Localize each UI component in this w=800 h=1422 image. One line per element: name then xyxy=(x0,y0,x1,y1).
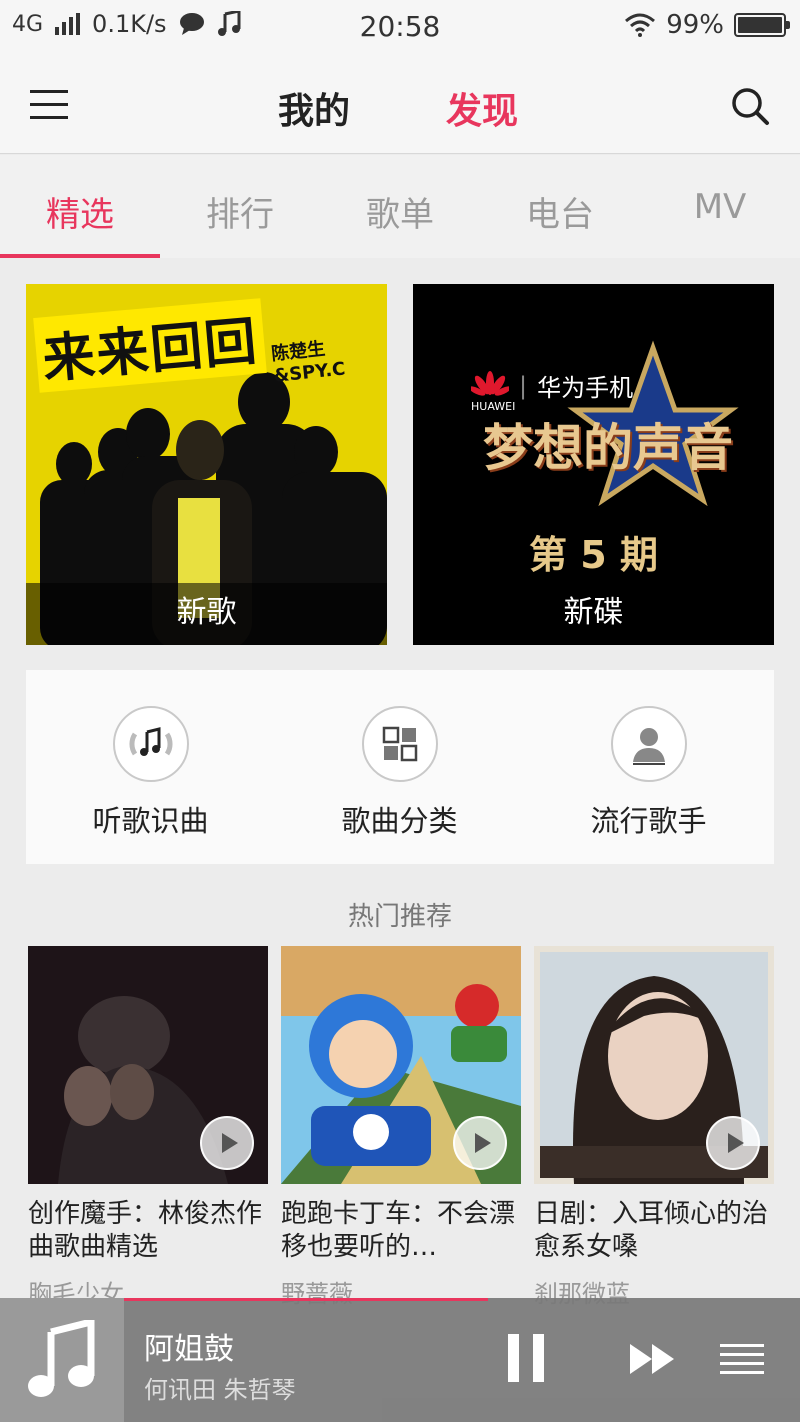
tab-discover[interactable]: 发现 xyxy=(446,82,518,134)
banner-new-albums[interactable]: HUAWEI | 华为手机 梦想的声音 第 5 期 新碟 xyxy=(413,284,774,645)
quick-entry-label: 听歌识曲 xyxy=(92,804,209,838)
quick-entry-panel: 听歌识曲 歌曲分类 流行歌手 xyxy=(26,670,774,864)
sponsor-name: 华为手机 xyxy=(537,374,634,402)
music-note-icon xyxy=(28,1320,95,1397)
next-track-icon[interactable] xyxy=(628,1342,676,1376)
playlist-title: 创作魔手：林俊杰作曲歌曲精选 xyxy=(28,1199,263,1262)
playlist-card[interactable]: 创作魔手：林俊杰作曲歌曲精选 胸毛少女 xyxy=(28,946,268,1309)
sub-tab-bar: 精选 排行 歌单 电台 MV xyxy=(0,155,800,258)
tab-charts[interactable]: 排行 xyxy=(160,187,320,236)
status-right: 99% xyxy=(624,10,790,40)
app-bar: 我的 发现 xyxy=(0,56,800,154)
quick-entry-label: 流行歌手 xyxy=(590,804,707,838)
status-bar: 4G 0.1K/s 20:58 99% xyxy=(0,0,800,56)
show-title: 梦想的声音 xyxy=(483,418,733,477)
section-title: 热门推荐 xyxy=(347,902,452,932)
menu-icon[interactable] xyxy=(30,90,70,120)
sponsor-brand: HUAWEI | 华为手机 xyxy=(471,368,634,413)
popular-singers-button[interactable]: 流行歌手 xyxy=(524,706,773,840)
now-playing-title: 阿姐鼓 xyxy=(144,1332,234,1367)
playlist-card[interactable]: 日剧：入耳倾心的治愈系女嗓 刹那微蓝 xyxy=(534,946,774,1309)
quick-entry-label: 歌曲分类 xyxy=(341,804,458,838)
playlist-queue-icon[interactable] xyxy=(720,1342,764,1376)
banner-new-songs[interactable]: 来来回回 陈楚生&SPY.C 新歌 xyxy=(26,284,387,645)
playlist-title: 日剧：入耳倾心的治愈系女嗓 xyxy=(534,1199,769,1262)
search-icon[interactable] xyxy=(730,86,770,126)
album-art[interactable] xyxy=(0,1298,124,1422)
now-playing-artist: 何讯田 朱哲琴 xyxy=(144,1376,296,1404)
play-icon[interactable] xyxy=(706,1116,760,1170)
mini-player[interactable]: 阿姐鼓 何讯田 朱哲琴 xyxy=(0,1298,800,1422)
playlist-cover xyxy=(281,946,521,1184)
category-grid-icon xyxy=(361,706,438,782)
song-recognition-button[interactable]: 听歌识曲 xyxy=(26,706,275,840)
tab-playlists[interactable]: 歌单 xyxy=(320,187,480,236)
tab-mine[interactable]: 我的 xyxy=(278,82,350,134)
battery-fill xyxy=(738,17,782,33)
play-icon[interactable] xyxy=(200,1116,254,1170)
playlist-title: 跑跑卡丁车：不会漂移也要听的… xyxy=(281,1199,516,1262)
song-category-button[interactable]: 歌曲分类 xyxy=(275,706,524,840)
singer-person-icon xyxy=(610,706,687,782)
huawei-logo-icon xyxy=(471,370,509,396)
pause-icon[interactable] xyxy=(504,1332,548,1384)
battery-percent: 99% xyxy=(666,10,724,40)
banner-caption: 新碟 xyxy=(563,595,624,630)
episode-label: 第 5 期 xyxy=(529,533,658,577)
playlist-card[interactable]: 跑跑卡丁车：不会漂移也要听的… 野蔷薇 xyxy=(281,946,521,1309)
play-icon[interactable] xyxy=(453,1116,507,1170)
music-recognition-icon xyxy=(112,706,189,782)
banner-caption: 新歌 xyxy=(26,583,387,645)
tab-radio[interactable]: 电台 xyxy=(480,187,640,236)
playlist-cover xyxy=(28,946,268,1184)
battery-icon xyxy=(734,13,790,37)
active-tab-indicator xyxy=(0,254,160,258)
tab-mv[interactable]: MV xyxy=(640,187,800,227)
tab-featured[interactable]: 精选 xyxy=(0,187,160,236)
wifi-icon xyxy=(625,13,656,37)
playlist-cover xyxy=(534,946,774,1184)
